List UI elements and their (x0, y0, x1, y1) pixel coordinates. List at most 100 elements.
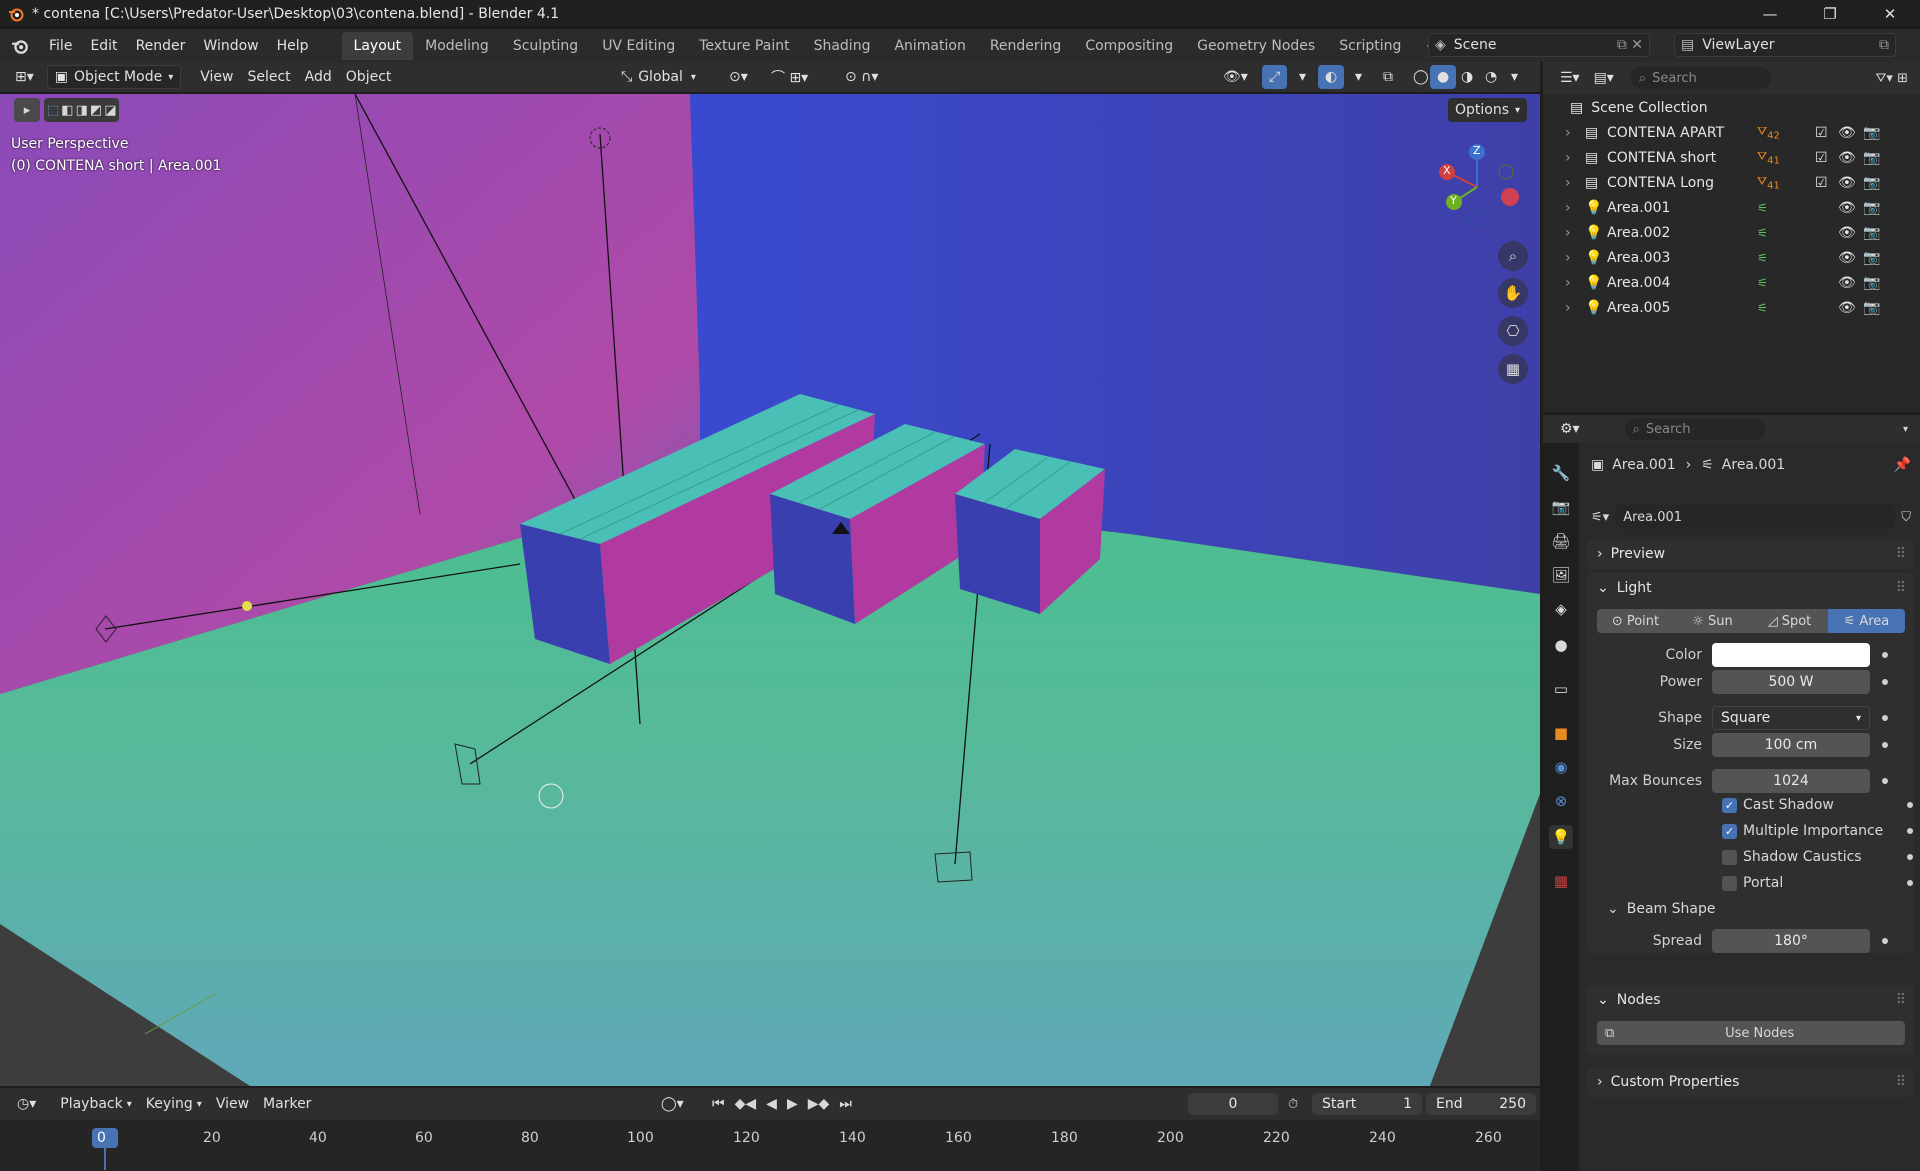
pin-icon[interactable]: 📌 (1894, 457, 1911, 473)
keyframe-dot-icon[interactable] (1882, 679, 1888, 685)
eye-icon[interactable]: 👁 (1838, 175, 1856, 191)
camera-icon[interactable]: 📷 (1863, 250, 1880, 266)
overlay-toggle-icon[interactable]: ◐ (1318, 65, 1345, 89)
shading-dropdown-icon[interactable]: ▾ (1504, 65, 1525, 89)
outliner-item[interactable]: › ▤ CONTENA short ⛛41 ☑ 👁 📷 (1543, 145, 1920, 170)
expand-arrow-icon[interactable]: › (1565, 225, 1585, 241)
physics-icon[interactable]: ◉ (1549, 755, 1573, 779)
view-layer-icon[interactable]: 🖼 (1549, 563, 1573, 587)
eye-icon[interactable]: 👁 (1838, 300, 1856, 316)
outliner-item[interactable]: › 💡 Area.002 ⚟ 👁 📷 (1543, 220, 1920, 245)
menu-window[interactable]: Window (194, 38, 267, 54)
menu-timeline-view[interactable]: View (209, 1092, 256, 1116)
close-button[interactable]: ✕ (1860, 0, 1920, 28)
select-intersect-icon[interactable]: ◪ (104, 103, 116, 118)
fake-user-shield-icon[interactable]: ⛉ (1901, 510, 1911, 525)
object-icon[interactable]: ■ (1549, 721, 1573, 745)
menu-marker[interactable]: Marker (256, 1092, 318, 1116)
render-icon[interactable]: 📷 (1549, 495, 1573, 519)
keyframe-dot-icon[interactable] (1907, 854, 1913, 860)
maximize-button[interactable]: ❐ (1800, 0, 1860, 28)
keyframe-dot-icon[interactable] (1907, 828, 1913, 834)
exclude-checkbox[interactable]: ☑ (1815, 125, 1828, 141)
color-swatch[interactable] (1712, 643, 1870, 667)
select-extend-icon[interactable]: ◧ (61, 103, 73, 118)
light-handle-dot[interactable] (242, 601, 252, 611)
chevron-down-icon[interactable]: ▾ (1903, 424, 1908, 435)
next-keyframe-icon[interactable]: ▶◆ (808, 1096, 830, 1112)
power-field[interactable]: 500 W (1712, 670, 1870, 694)
scene-collection-row[interactable]: ▤ Scene Collection (1543, 95, 1920, 120)
keyframe-dot-icon[interactable] (1907, 880, 1913, 886)
light-data-icon[interactable]: 💡 (1549, 825, 1573, 849)
jump-end-icon[interactable]: ⏭ (839, 1096, 852, 1112)
camera-view-icon[interactable]: ⎔ (1498, 316, 1528, 346)
menu-keying[interactable]: Keying ▾ (139, 1092, 209, 1116)
overlay-dropdown-icon[interactable]: ▾ (1348, 65, 1369, 89)
camera-icon[interactable]: 📷 (1863, 300, 1880, 316)
blender-menu-icon[interactable] (0, 37, 40, 55)
beam-shape-subpanel[interactable]: ⌄ Beam Shape (1607, 901, 1715, 917)
tab-uv-editing[interactable]: UV Editing (590, 32, 687, 60)
orthographic-grid-icon[interactable]: ▦ (1498, 354, 1528, 384)
keyframe-dot-icon[interactable] (1882, 652, 1888, 658)
exclude-checkbox[interactable]: ☑ (1815, 150, 1828, 166)
current-frame-field[interactable]: 0 (1188, 1093, 1278, 1115)
pivot-icon[interactable]: ⊙▾ (722, 65, 755, 89)
play-icon[interactable]: ▶ (787, 1096, 798, 1112)
light-type-sun[interactable]: ☼ Sun (1674, 609, 1751, 633)
tab-rendering[interactable]: Rendering (978, 32, 1074, 60)
drag-handle-icon[interactable]: ⠿ (1896, 992, 1906, 1008)
checkbox-row[interactable]: Shadow Caustics (1722, 849, 1913, 865)
rendered-shading-icon[interactable]: ◔ (1478, 65, 1504, 89)
camera-icon[interactable]: 📷 (1863, 125, 1880, 141)
eye-icon[interactable]: 👁 (1838, 150, 1856, 166)
select-invert-icon[interactable]: ◩ (90, 103, 102, 118)
camera-icon[interactable]: 📷 (1863, 150, 1880, 166)
outliner-item[interactable]: › ▤ CONTENA Long ⛛41 ☑ 👁 📷 (1543, 170, 1920, 195)
gizmo-toggle-icon[interactable]: ⤢ (1262, 65, 1288, 89)
properties-search-input[interactable]: ⌕ Search (1624, 418, 1765, 440)
tab-compositing[interactable]: Compositing (1073, 32, 1185, 60)
menu-render[interactable]: Render (127, 38, 195, 54)
camera-icon[interactable]: 📷 (1863, 200, 1880, 216)
tab-layout[interactable]: Layout (341, 31, 414, 60)
light-type-area[interactable]: ⚟ Area (1828, 609, 1905, 633)
gizmo-dropdown-icon[interactable]: ▾ (1292, 65, 1313, 89)
start-frame-field[interactable]: Start 1 (1312, 1093, 1422, 1115)
size-field[interactable]: 100 cm (1712, 733, 1870, 757)
scene-new-icon[interactable]: ⧉ ✕ (1617, 37, 1649, 53)
3d-viewport[interactable]: ▸ ⬚ ◧ ◨ ◩ ◪ User Perspective (0) CONTENA… (0, 94, 1540, 1086)
checkbox-row[interactable]: ✓ Multiple Importance (1722, 823, 1913, 839)
outliner-item[interactable]: › 💡 Area.004 ⚟ 👁 📷 (1543, 270, 1920, 295)
checkbox-row[interactable]: Portal (1722, 875, 1913, 891)
menu-object[interactable]: Object (339, 65, 399, 89)
play-reverse-icon[interactable]: ◀ (766, 1096, 777, 1112)
nodes-panel-header[interactable]: ⌄ Nodes ⠿ (1587, 985, 1914, 1015)
autokey-record-icon[interactable]: ◯▾ (654, 1092, 691, 1116)
jump-start-icon[interactable]: ⏮ (712, 1096, 725, 1112)
expand-arrow-icon[interactable]: › (1565, 150, 1585, 166)
expand-arrow-icon[interactable]: › (1565, 175, 1585, 191)
constraints-icon[interactable]: ⊗ (1549, 789, 1573, 813)
max-bounces-field[interactable]: 1024 (1712, 769, 1870, 793)
expand-arrow-icon[interactable]: › (1565, 250, 1585, 266)
world-icon[interactable]: ● (1549, 633, 1573, 657)
menu-playback[interactable]: Playback ▾ (53, 1092, 139, 1116)
drag-handle-icon[interactable]: ⠿ (1896, 1074, 1906, 1090)
properties-editor-icon[interactable]: ⚙▾ (1553, 417, 1587, 441)
menu-add[interactable]: Add (298, 65, 339, 89)
minimize-button[interactable]: — (1740, 0, 1800, 28)
snap-icon[interactable]: ⌒ ⊞▾ (764, 65, 815, 89)
solid-shading-icon[interactable]: ● (1430, 65, 1457, 89)
eye-icon[interactable]: 👁 (1838, 200, 1856, 216)
camera-icon[interactable]: 📷 (1863, 225, 1880, 241)
stopwatch-icon[interactable]: ⏱ (1288, 1097, 1298, 1112)
menu-view[interactable]: View (193, 65, 240, 89)
tab-sculpting[interactable]: Sculpting (501, 32, 590, 60)
drag-handle-icon[interactable]: ⠿ (1896, 546, 1906, 562)
checkbox[interactable]: ✓ (1722, 823, 1737, 839)
frame-ruler[interactable]: 0 20 40 60 80 100 120 140 160 180 200 220 240 260 (0, 1120, 1540, 1171)
expand-arrow-icon[interactable]: › (1565, 125, 1585, 141)
navigation-gizmo[interactable]: Z X Y (1430, 142, 1520, 232)
